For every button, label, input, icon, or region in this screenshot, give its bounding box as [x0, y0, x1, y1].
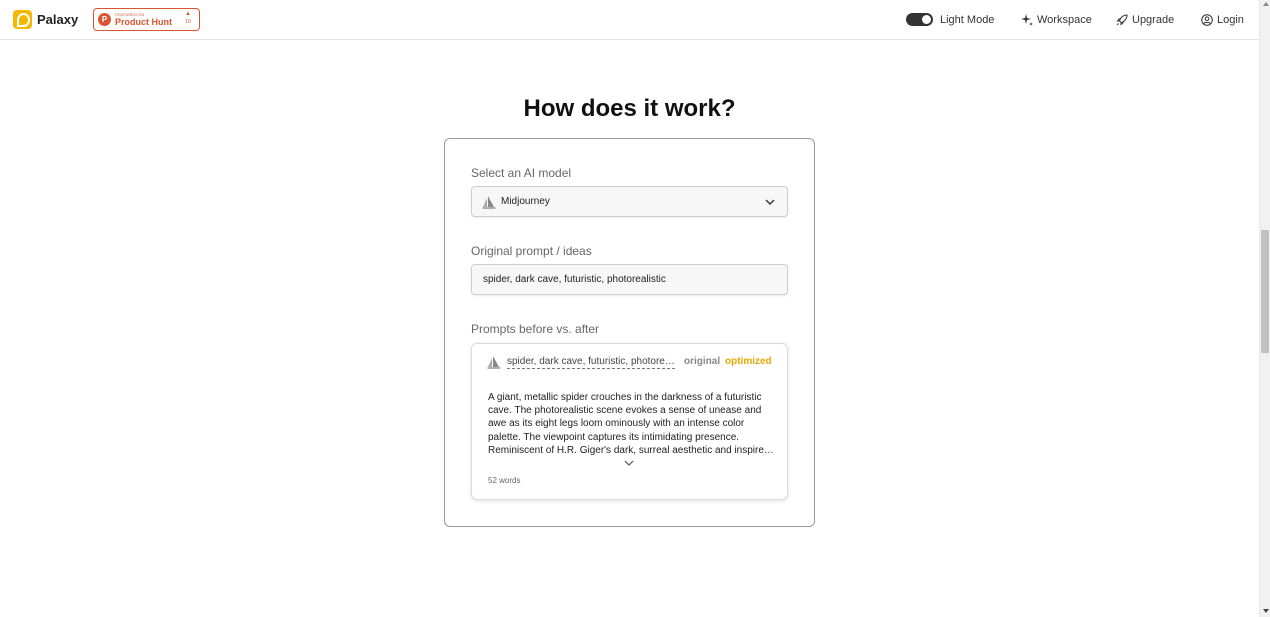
user-circle-icon — [1201, 13, 1213, 26]
product-hunt-name: Product Hunt — [115, 17, 172, 27]
chevron-down-icon — [765, 199, 775, 205]
light-mode-label: Light Mode — [940, 13, 995, 26]
word-count: 52 words — [488, 476, 521, 485]
toggle-switch-icon[interactable] — [906, 13, 933, 26]
optimized-prompt-line: awe as its eight legs loom ominously wit… — [488, 418, 745, 430]
tab-original[interactable]: original — [684, 356, 720, 367]
light-mode-toggle[interactable]: Light Mode — [906, 12, 994, 27]
scroll-down-arrow-icon[interactable] — [1263, 609, 1269, 613]
midjourney-sail-icon — [482, 196, 496, 209]
login-label: Login — [1217, 13, 1244, 26]
prompt-input[interactable]: spider, dark cave, futuristic, photoreal… — [471, 264, 788, 295]
upgrade-label: Upgrade — [1132, 13, 1175, 26]
brand-name[interactable]: Palaxy — [37, 12, 78, 27]
prompt-compare-panel: spider, dark cave, futuristic, photoreal… — [471, 343, 788, 500]
product-hunt-icon: P — [98, 13, 111, 26]
original-prompt-preview[interactable]: spider, dark cave, futuristic, photoreal… — [507, 356, 675, 369]
scroll-thumb[interactable] — [1261, 230, 1269, 353]
rocket-icon — [1116, 13, 1128, 25]
page-title: How does it work? — [523, 95, 736, 122]
prompt-input-label: Original prompt / ideas — [471, 244, 592, 258]
demo-card: Select an AI model Midjourney Original p… — [444, 138, 815, 527]
expand-chevron-icon[interactable] — [623, 459, 635, 467]
workspace-label: Workspace — [1037, 13, 1092, 26]
nav-login[interactable]: Login — [1201, 12, 1244, 27]
upvote-arrow-icon: ▲ — [185, 11, 191, 17]
nav-workspace[interactable]: Workspace — [1021, 12, 1092, 27]
optimized-prompt-line: Reminiscent of H.R. Giger's dark, surrea… — [488, 444, 775, 456]
optimized-prompt-line: cave. The photorealistic scene evokes a … — [488, 405, 762, 417]
model-select-label: Select an AI model — [471, 166, 572, 180]
upvote-count: 10 — [185, 19, 191, 25]
top-navbar: Palaxy P FEATURED ON Product Hunt ▲ 10 L… — [0, 0, 1259, 40]
product-hunt-badge[interactable]: P FEATURED ON Product Hunt ▲ 10 — [93, 8, 200, 31]
optimized-prompt-line: palette. The viewpoint captures its inti… — [488, 431, 740, 443]
optimized-prompt-line: A giant, metallic spider crouches in the… — [488, 392, 762, 403]
midjourney-sail-icon — [487, 356, 501, 369]
scroll-up-arrow-icon[interactable] — [1263, 2, 1269, 6]
sparkle-icon — [1021, 13, 1033, 26]
optimized-prompt-text: A giant, metallic spider crouches in the… — [488, 391, 775, 457]
model-select-value: Midjourney — [501, 196, 550, 207]
prompt-input-value: spider, dark cave, futuristic, photoreal… — [483, 274, 666, 285]
page-scrollbar[interactable] — [1259, 0, 1270, 617]
compare-label: Prompts before vs. after — [471, 322, 600, 336]
nav-upgrade[interactable]: Upgrade — [1116, 12, 1174, 27]
product-hunt-votes: ▲ 10 — [182, 11, 194, 27]
tab-optimized[interactable]: optimized — [725, 356, 772, 367]
palaxy-logo-icon[interactable] — [13, 10, 32, 29]
model-select-dropdown[interactable]: Midjourney — [471, 186, 788, 217]
